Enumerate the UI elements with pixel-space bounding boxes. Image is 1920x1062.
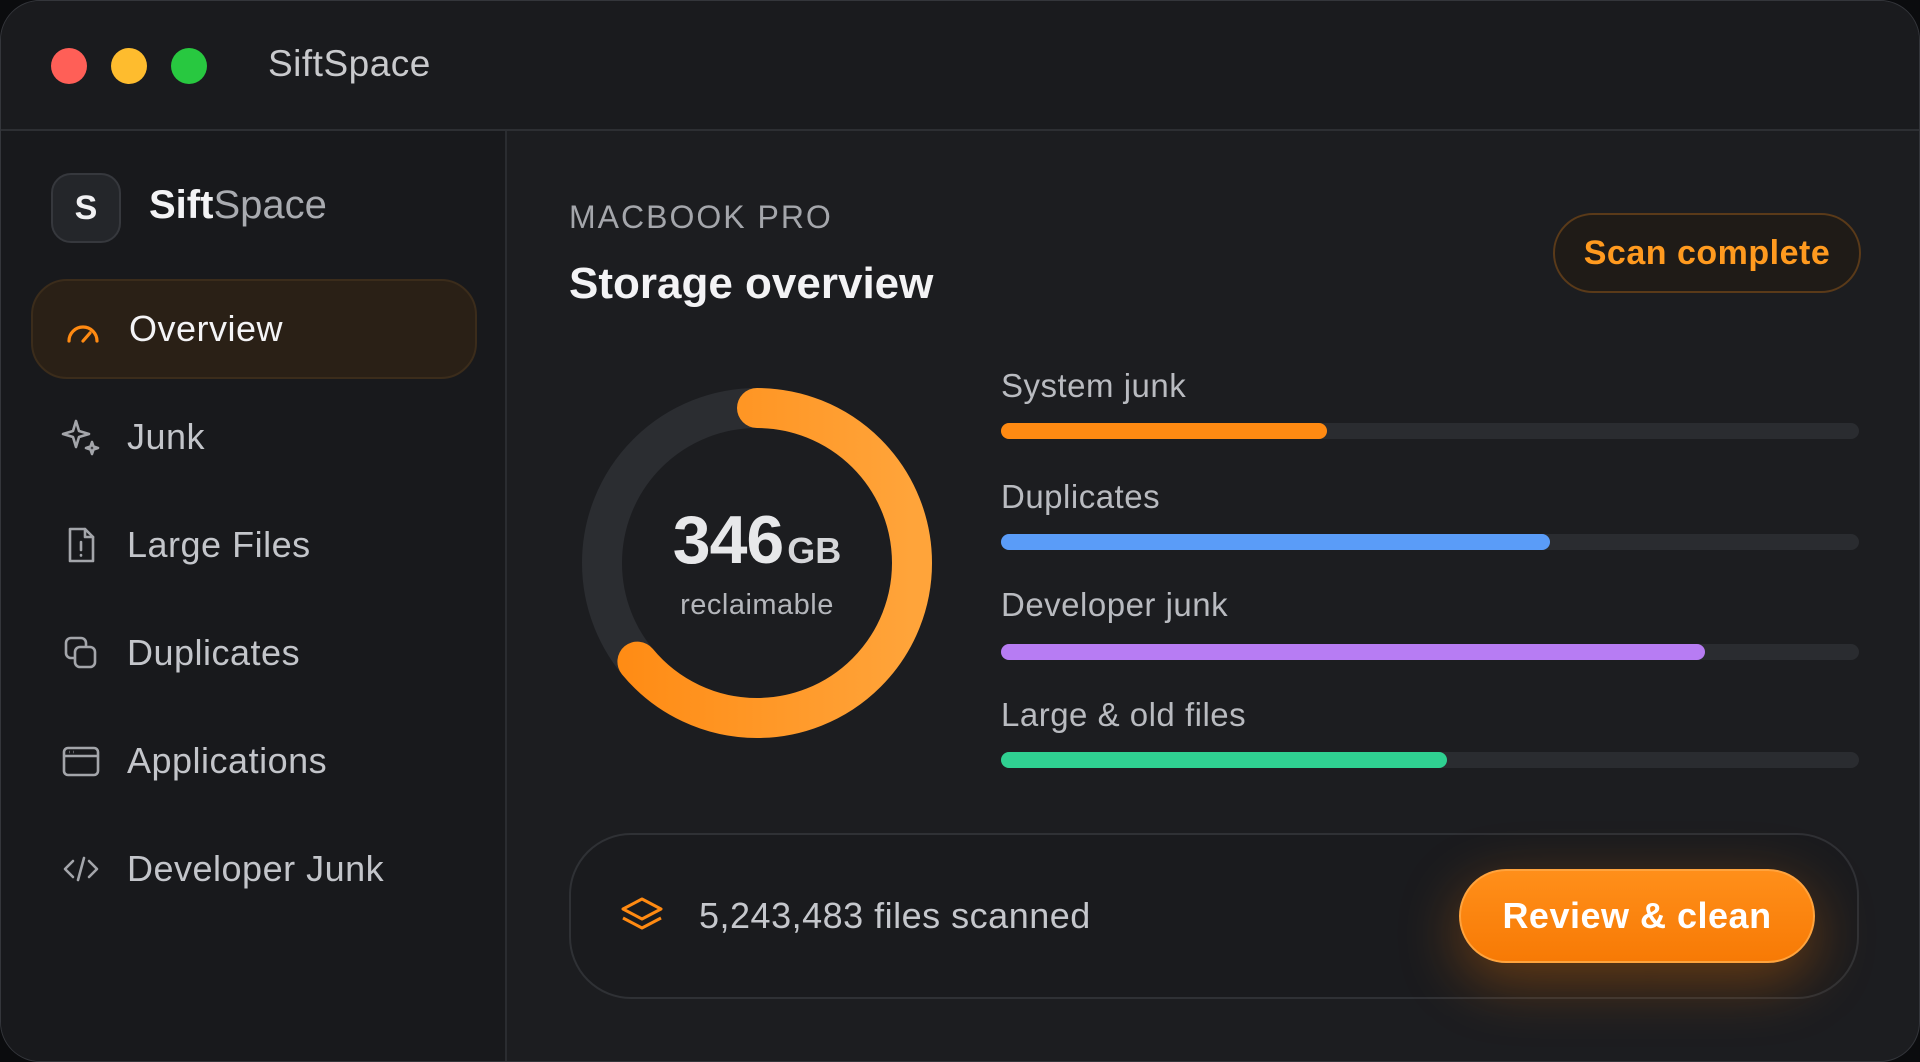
review-and-clean-button[interactable]: Review & clean	[1459, 869, 1815, 963]
category-label: Large & old files	[1001, 696, 1247, 733]
scan-status-badge: Scan complete	[1553, 213, 1861, 293]
sidebar-item-developer-junk[interactable]: Developer Junk	[31, 819, 477, 919]
close-window-button[interactable]	[51, 48, 87, 84]
category-bar-fill	[1001, 644, 1705, 660]
category-bar-track	[1001, 752, 1859, 768]
sidebar: S SiftSpace Overview Junk Large Files Du…	[1, 131, 507, 1061]
scan-summary-panel: 5,243,483 files scanned Review & clean	[569, 833, 1859, 999]
category-developer-junk: Developer junk	[1001, 586, 1859, 660]
sparkles-icon	[61, 417, 101, 457]
category-label: Duplicates	[1001, 478, 1161, 515]
sidebar-item-overview[interactable]: Overview	[31, 279, 477, 379]
sidebar-item-label: Developer Junk	[127, 848, 385, 889]
copy-icon	[61, 633, 101, 673]
sidebar-item-label: Junk	[127, 416, 206, 457]
sidebar-item-applications[interactable]: Applications	[31, 711, 477, 811]
page-title: Storage overview	[569, 259, 934, 308]
brand-name-bold: Sift	[149, 183, 214, 227]
category-bar-track	[1001, 534, 1859, 550]
brand-name: SiftSpace	[149, 183, 327, 228]
app-window-icon	[61, 741, 101, 781]
category-bar-fill	[1001, 752, 1448, 768]
reclaimable-value: 346 GB	[577, 501, 937, 579]
brand-logo: S	[51, 173, 121, 243]
category-large-old-files: Large & old files	[1001, 696, 1859, 768]
sidebar-item-large-files[interactable]: Large Files	[31, 495, 477, 595]
layers-icon	[619, 893, 665, 939]
sidebar-item-label: Large Files	[127, 524, 311, 565]
category-system-junk: System junk	[1001, 367, 1859, 439]
brand-name-light: Space	[213, 183, 327, 227]
files-scanned-count: 5,243,483 files scanned	[699, 895, 1091, 936]
device-label: MACBOOK PRO	[569, 199, 833, 235]
minimize-window-button[interactable]	[111, 48, 147, 84]
category-bar-track	[1001, 423, 1859, 439]
sidebar-item-label: Applications	[127, 740, 328, 781]
reclaimable-label: reclaimable	[680, 589, 834, 621]
category-label: Developer junk	[1001, 586, 1229, 623]
file-alert-icon	[61, 525, 101, 565]
category-bar-track	[1001, 644, 1859, 660]
category-label: System junk	[1001, 367, 1187, 404]
app-window: SiftSpace S SiftSpace Overview Junk Larg…	[0, 0, 1920, 1062]
sidebar-item-duplicates[interactable]: Duplicates	[31, 603, 477, 703]
main-content: MACBOOK PRO Storage overview Scan comple…	[507, 131, 1919, 1061]
title-bar: SiftSpace	[1, 1, 1919, 131]
zoom-window-button[interactable]	[171, 48, 207, 84]
category-duplicates: Duplicates	[1001, 478, 1859, 550]
sidebar-item-junk[interactable]: Junk	[31, 387, 477, 487]
sidebar-item-label: Overview	[129, 308, 284, 349]
gauge-icon	[63, 311, 103, 351]
sidebar-item-label: Duplicates	[127, 632, 301, 673]
code-icon	[61, 849, 101, 889]
category-bar-fill	[1001, 423, 1328, 439]
category-bar-fill	[1001, 534, 1551, 550]
window-title: SiftSpace	[268, 43, 431, 84]
reclaimable-unit: GB	[787, 530, 842, 571]
reclaimable-number: 346	[672, 502, 784, 578]
